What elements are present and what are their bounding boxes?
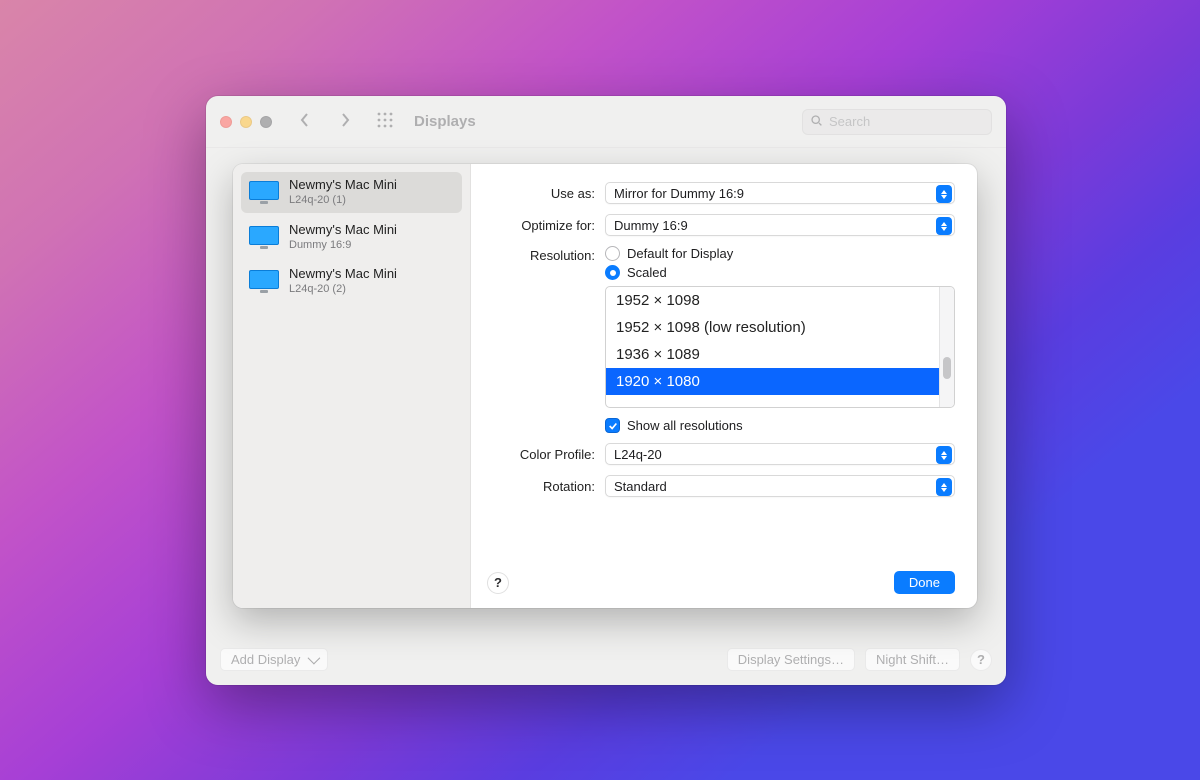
display-sidebar: Newmy's Mac Mini L24q-20 (1) Newmy's Mac… <box>233 164 471 608</box>
use-as-value: Mirror for Dummy 16:9 <box>614 186 744 201</box>
sidebar-item-title: Newmy's Mac Mini <box>289 267 397 282</box>
use-as-popup[interactable]: Mirror for Dummy 16:9 <box>605 182 955 204</box>
window-title: Displays <box>414 113 476 130</box>
traffic-lights <box>220 116 278 128</box>
use-as-label: Use as: <box>475 186 605 201</box>
search-field[interactable] <box>802 109 992 135</box>
night-shift-button[interactable]: Night Shift… <box>865 648 960 671</box>
help-button[interactable]: ? <box>970 649 992 671</box>
resolution-option-selected[interactable]: 1920 × 1080 <box>606 368 942 395</box>
color-profile-popup[interactable]: L24q-20 <box>605 443 955 465</box>
optimize-for-value: Dummy 16:9 <box>614 218 688 233</box>
color-profile-value: L24q-20 <box>614 447 662 462</box>
sidebar-item-subtitle: L24q-20 (2) <box>289 283 397 296</box>
search-input[interactable] <box>829 114 984 129</box>
done-button[interactable]: Done <box>894 571 955 594</box>
close-window-button[interactable] <box>220 116 232 128</box>
add-display-button[interactable]: Add Display <box>220 648 328 671</box>
show-all-button[interactable] <box>372 109 398 135</box>
sidebar-display-1[interactable]: Newmy's Mac Mini L24q-20 (1) <box>241 172 462 213</box>
stepper-icon <box>936 446 952 464</box>
display-settings-content: Use as: Mirror for Dummy 16:9 Optimize f… <box>471 164 977 608</box>
radio-icon <box>605 246 620 261</box>
rotation-value: Standard <box>614 479 667 494</box>
sidebar-item-title: Newmy's Mac Mini <box>289 223 397 238</box>
rotation-label: Rotation: <box>475 479 605 494</box>
sidebar-display-2[interactable]: Newmy's Mac Mini Dummy 16:9 <box>241 217 462 258</box>
sidebar-item-subtitle: L24q-20 (1) <box>289 194 397 207</box>
titlebar: Displays <box>206 96 1006 148</box>
radio-scaled-label: Scaled <box>627 265 667 280</box>
forward-button[interactable] <box>332 109 358 135</box>
radio-default-label: Default for Display <box>627 246 733 261</box>
scrollbar[interactable] <box>939 287 954 407</box>
grid-icon <box>376 111 394 132</box>
resolution-listbox[interactable]: 1952 × 1098 1952 × 1098 (low resolution)… <box>605 286 955 408</box>
color-profile-label: Color Profile: <box>475 447 605 462</box>
radio-icon <box>605 265 620 280</box>
chevron-right-icon <box>339 112 351 131</box>
monitor-icon <box>249 270 279 292</box>
resolution-option[interactable]: 1952 × 1098 <box>606 287 942 314</box>
minimize-window-button[interactable] <box>240 116 252 128</box>
chevron-left-icon <box>299 112 311 131</box>
stepper-icon <box>936 185 952 203</box>
sheet-help-button[interactable]: ? <box>487 572 509 594</box>
sidebar-item-title: Newmy's Mac Mini <box>289 178 397 193</box>
stepper-icon <box>936 478 952 496</box>
zoom-window-button[interactable] <box>260 116 272 128</box>
sidebar-display-3[interactable]: Newmy's Mac Mini L24q-20 (2) <box>241 261 462 302</box>
sidebar-item-subtitle: Dummy 16:9 <box>289 239 397 252</box>
resolution-default-radio[interactable]: Default for Display <box>605 246 955 261</box>
system-preferences-window: Displays Add Display Display Settings… N… <box>206 96 1006 685</box>
rotation-popup[interactable]: Standard <box>605 475 955 497</box>
scrollbar-thumb[interactable] <box>943 357 951 379</box>
optimize-for-popup[interactable]: Dummy 16:9 <box>605 214 955 236</box>
show-all-label: Show all resolutions <box>627 418 743 433</box>
back-button[interactable] <box>292 109 318 135</box>
resolution-scaled-radio[interactable]: Scaled <box>605 265 955 280</box>
display-settings-button[interactable]: Display Settings… <box>727 648 855 671</box>
resolution-label: Resolution: <box>475 246 605 263</box>
stepper-icon <box>936 217 952 235</box>
monitor-icon <box>249 181 279 203</box>
optimize-for-label: Optimize for: <box>475 218 605 233</box>
show-all-resolutions-checkbox[interactable]: Show all resolutions <box>605 418 955 433</box>
search-icon <box>810 114 823 130</box>
checkbox-checked-icon <box>605 418 620 433</box>
display-settings-sheet: Newmy's Mac Mini L24q-20 (1) Newmy's Mac… <box>233 164 977 608</box>
resolution-option[interactable]: 1936 × 1089 <box>606 341 942 368</box>
monitor-icon <box>249 226 279 248</box>
resolution-option[interactable]: 1952 × 1098 (low resolution) <box>606 314 942 341</box>
